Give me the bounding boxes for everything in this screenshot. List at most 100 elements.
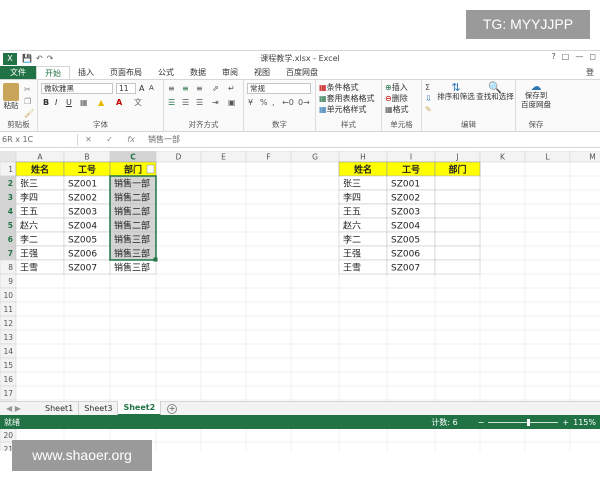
tab-8[interactable]: 百度网盘 [278,66,326,79]
right_table-cell[interactable] [434,217,481,233]
format-as-table-button[interactable]: ▦套用表格格式 [319,93,375,104]
merge-icon[interactable]: ▣ [228,97,236,108]
column-header-label: E [221,153,226,162]
right_table-cell[interactable] [434,231,481,247]
insert-cells-button[interactable]: ⊕插入 [385,82,408,93]
delete-cells-button[interactable]: ⊖删除 [385,93,408,104]
title-bar: X 💾 ↶ ↷ 课程教学.xlsx - Excel ? □ — ◻ [0,51,600,66]
fill-handle[interactable] [153,257,158,262]
orientation-icon[interactable]: ⇗ [212,83,219,94]
sheet-tab-2[interactable]: Sheet2 [118,401,162,416]
help-icon[interactable]: ? [552,52,556,61]
shrink-font-icon[interactable]: A [149,83,154,94]
align-bottom-icon[interactable]: ≡ [196,83,203,94]
tab-6[interactable]: 审阅 [214,66,246,79]
autosum-icon[interactable]: Σ [425,82,430,93]
zoom-in-icon[interactable]: + [562,418,569,427]
right_table-cell[interactable] [434,175,481,191]
save-to-baidu-button[interactable]: ☁ 保存到 百度网盘 [518,81,554,109]
cut-icon[interactable]: ✂ [24,84,31,95]
column-header-label: G [312,153,318,162]
right_table-cell[interactable] [434,189,481,205]
number-format-select[interactable]: 常规 [247,83,311,94]
confirm-icon[interactable]: ✓ [106,135,113,144]
format-painter-icon[interactable]: 🖌 [24,108,34,119]
right_table-cell-text: 李二 [343,234,361,246]
site-watermark: www.shaoer.org [12,440,152,471]
sheet-nav-arrows[interactable]: ◀ ▶ [0,404,40,413]
sheet-tab-0[interactable]: Sheet1 [40,402,80,415]
formula-input[interactable]: 销售一部 [142,134,180,145]
zoom-slider-thumb[interactable] [527,418,531,426]
conditional-format-button[interactable]: ▦条件格式 [319,82,359,93]
fill-icon[interactable]: ⇩ [425,93,432,104]
phonetic-icon[interactable]: 文 [134,97,142,108]
tab-4[interactable]: 公式 [150,66,182,79]
minimize-icon[interactable]: — [575,52,583,61]
border-icon[interactable]: ▦ [80,97,88,108]
font-color-icon[interactable]: A [116,97,122,108]
font-size-select[interactable]: 11 [116,83,136,94]
tab-0[interactable]: 文件 [0,66,36,79]
align-left-icon[interactable]: ☰ [168,97,175,108]
bold-icon[interactable]: B [43,97,49,108]
currency-icon[interactable]: ¥ [248,97,253,108]
zoom-slider[interactable] [488,418,559,426]
cells-group: ⊕插入 ⊖删除 ▦格式 单元格 [382,80,422,131]
column-header-label: B [84,153,89,162]
right_table-cell[interactable] [434,203,481,219]
increase-decimal-icon[interactable]: ←0 [282,97,294,108]
maximize-icon[interactable]: ◻ [589,52,596,61]
save-icon[interactable]: 💾 [22,54,32,63]
cell-styles-button[interactable]: ▦单元格样式 [319,104,367,115]
paste-button[interactable]: 粘贴 [3,83,19,110]
indent-icon[interactable]: ⇥ [212,97,219,108]
delete-cells-icon: ⊖ [385,94,392,103]
right_table-cell[interactable] [434,259,481,275]
tab-3[interactable]: 页面布局 [102,66,150,79]
align-middle-icon[interactable]: ≡ [182,83,189,94]
underline-icon[interactable]: U [66,97,72,108]
undo-icon[interactable]: ↶ [36,54,43,63]
select-all-corner[interactable] [0,151,16,162]
name-box[interactable]: 6R x 1C [0,133,78,146]
editing-group-label: 编辑 [461,120,476,129]
filter-dropdown-icon[interactable] [146,164,155,174]
row-header-label: 5 [8,221,13,230]
grow-font-icon[interactable]: A [139,83,144,94]
find-select-button[interactable]: 🔍 查找和选择 [476,82,514,101]
align-right-icon[interactable]: ☰ [196,97,203,108]
insert-function-icon[interactable]: fx [127,135,135,144]
fill-color-icon[interactable]: ▲ [98,97,104,108]
font-name-select[interactable]: 微软雅黑 [41,83,113,94]
align-top-icon[interactable]: ≡ [168,83,175,94]
clear-icon[interactable]: ✎ [425,104,432,115]
add-sheet-icon[interactable]: + [167,403,178,414]
column-header-label: M [589,153,595,162]
italic-icon[interactable]: I [55,97,57,108]
percent-icon[interactable]: % [260,97,268,108]
left_table-cell-text: SZ006 [68,250,97,260]
comma-icon[interactable]: , [272,97,275,108]
sheet-tab-1[interactable]: Sheet3 [79,402,119,415]
tab-1[interactable]: 开始 [36,66,70,79]
wrap-text-icon[interactable]: ↵ [228,83,235,94]
tab-2[interactable]: 插入 [70,66,102,79]
tab-7[interactable]: 视图 [246,66,278,79]
cancel-icon[interactable]: ✕ [85,135,92,144]
align-center-icon[interactable]: ☰ [182,97,189,108]
sort-filter-button[interactable]: ⇅ 排序和筛选 [436,82,476,101]
tab-5[interactable]: 数据 [182,66,214,79]
clipboard-group: 粘贴 ✂ ❐ 🖌 剪贴板 [0,80,38,131]
save-group: ☁ 保存到 百度网盘 保存 [516,80,556,131]
zoom-out-icon[interactable]: − [478,418,485,427]
format-cells-button[interactable]: ▦格式 [385,104,409,115]
copy-icon[interactable]: ❐ [24,96,31,107]
login-link[interactable]: 登 [586,66,600,79]
column-header-label: D [176,153,182,162]
right_table-cell[interactable] [434,245,481,261]
restore-icon[interactable]: □ [562,52,570,61]
decrease-decimal-icon[interactable]: 0→ [298,97,310,108]
redo-icon[interactable]: ↷ [47,54,54,63]
left_table-cell-text: 王五 [20,207,38,218]
